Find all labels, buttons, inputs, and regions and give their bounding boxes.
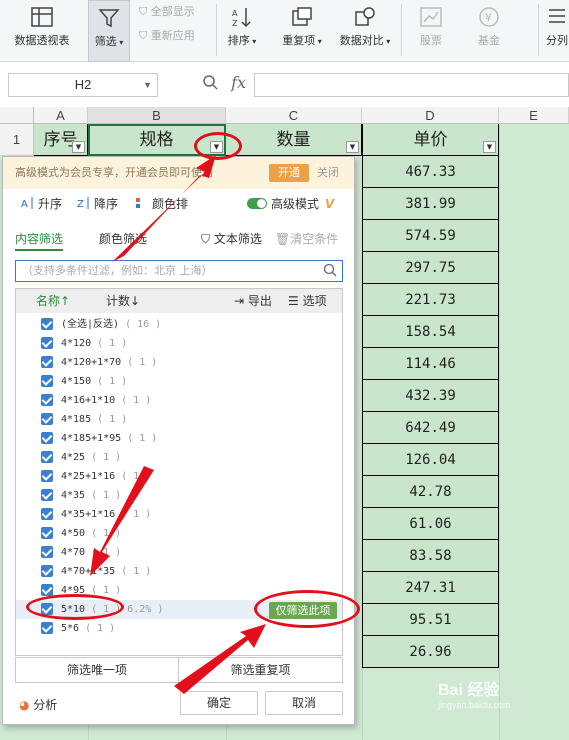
annotation-arrow xyxy=(112,155,216,262)
annotation-arrows xyxy=(90,155,266,694)
watermark-url: jingyan.baidu.com xyxy=(438,700,511,710)
watermark-logo: Bai 经验 jingyan.baidu.com xyxy=(438,676,511,710)
watermark-text: Bai 经验 xyxy=(438,682,500,699)
annotation-arrow xyxy=(174,624,266,694)
annotation-arrow xyxy=(90,466,154,576)
